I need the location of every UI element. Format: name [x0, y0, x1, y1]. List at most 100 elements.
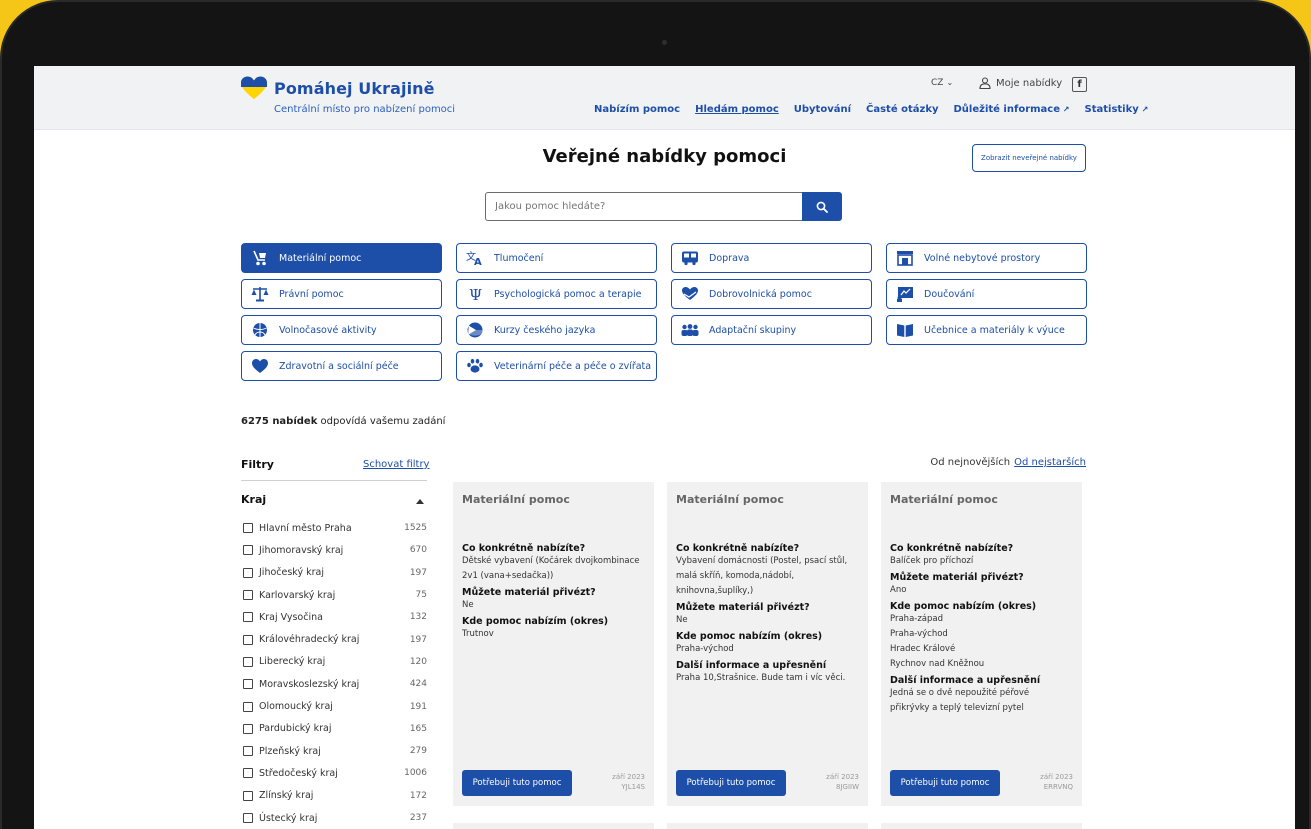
whiteboard-icon	[897, 287, 913, 302]
region-item[interactable]: Pardubický kraj 165	[243, 718, 427, 740]
show-private-offers-button[interactable]: Zobrazit neveřejné nabídky	[972, 144, 1086, 172]
category-interpreting[interactable]: 文A Tlumočení	[456, 243, 657, 273]
card-code: ERRVNQ	[1043, 783, 1073, 791]
category-adaptation-groups[interactable]: Adaptační skupiny	[671, 315, 872, 345]
ball-icon	[253, 323, 267, 337]
checkbox[interactable]	[243, 813, 253, 823]
need-help-button[interactable]: Potřebuji tuto pomoc	[462, 770, 572, 796]
category-psychological-help[interactable]: Ψ Psychologická pomoc a terapie	[456, 279, 657, 309]
category-legal-help[interactable]: Právní pomoc	[241, 279, 442, 309]
region-item[interactable]: Moravskoslezský kraj 424	[243, 673, 427, 695]
region-item[interactable]: Plzeňský kraj 279	[243, 740, 427, 762]
sort-newest[interactable]: Od nejnovějších	[930, 457, 1010, 468]
checkbox[interactable]	[243, 723, 253, 734]
results-count-text: odpovídá vašemu zadání	[317, 416, 446, 427]
offer-card-partial	[453, 823, 654, 829]
region-name: Moravskoslezský kraj	[259, 678, 360, 690]
category-health-social-care[interactable]: Zdravotní a sociální péče	[241, 351, 442, 381]
checkbox[interactable]	[243, 679, 253, 690]
search-bar	[485, 192, 842, 221]
category-czech-courses[interactable]: Kurzy českého jazyka	[456, 315, 657, 345]
category-material-help[interactable]: Materiální pomoc	[241, 243, 442, 273]
category-tutoring[interactable]: Doučování	[886, 279, 1087, 309]
region-count: 197	[409, 634, 427, 645]
category-textbooks[interactable]: Učebnice a materiály k výuce	[886, 315, 1087, 345]
need-help-button[interactable]: Potřebuji tuto pomoc	[676, 770, 786, 796]
card-answer: Vybavení domácnosti (Postel, psací stůl,…	[676, 554, 859, 599]
category-nonresidential-spaces[interactable]: Volné nebytové prostory	[886, 243, 1087, 273]
offer-card: Materiální pomoc Co konkrétně nabízíte? …	[881, 482, 1082, 806]
stroller-icon	[253, 250, 266, 266]
category-volunteering[interactable]: Dobrovolnická pomoc	[671, 279, 872, 309]
region-item[interactable]: Hlavní město Praha 1525	[243, 517, 427, 539]
region-count: 75	[415, 590, 427, 601]
card-question: Kde pomoc nabízím (okres)	[676, 631, 823, 642]
region-item[interactable]: Olomoucký kraj 191	[243, 695, 427, 717]
region-count: 279	[409, 746, 427, 757]
language-label: CZ	[931, 78, 944, 88]
region-item[interactable]: Kraj Vysočina 132	[243, 606, 427, 628]
nav-statistics[interactable]: Statistiky	[1085, 104, 1149, 115]
user-icon	[979, 77, 991, 89]
hide-filters-link[interactable]: Schovat filtry	[363, 459, 429, 470]
card-question: Co konkrétně nabízíte?	[676, 543, 800, 554]
card-answer: Ano	[890, 585, 907, 595]
search-button[interactable]	[802, 192, 842, 221]
nav-important-info[interactable]: Důležité informace	[954, 104, 1070, 115]
checkbox[interactable]	[243, 768, 253, 779]
language-select[interactable]: CZ ⌄	[931, 78, 953, 88]
answer-line: 2v1 (vana+sedačka))	[462, 571, 554, 581]
category-transport[interactable]: Doprava	[671, 243, 872, 273]
card-meta: září 2023 YJL14S	[612, 772, 645, 792]
region-item[interactable]: Karlovarský kraj 75	[243, 584, 427, 606]
nav-offer-help[interactable]: Nabízím pomoc	[594, 104, 680, 115]
heart-logo-icon	[241, 76, 267, 99]
filters-title: Filtry	[241, 458, 274, 471]
checkbox[interactable]	[243, 590, 253, 601]
answer-line: Jedná se o dvě nepoužité péřové	[890, 688, 1030, 698]
answer-line: Hradec Králové	[890, 644, 956, 654]
region-count: 165	[409, 723, 427, 734]
category-leisure-activities[interactable]: Volnočasové aktivity	[241, 315, 442, 345]
group-icon	[681, 324, 699, 336]
search-input[interactable]	[485, 192, 802, 221]
checkbox[interactable]	[243, 746, 253, 757]
scales-icon	[251, 287, 269, 302]
chevron-down-icon: ⌄	[946, 78, 954, 87]
region-item[interactable]: Jihočeský kraj 197	[243, 562, 427, 584]
card-question: Můžete materiál přivézt?	[676, 602, 810, 613]
nav-seek-help[interactable]: Hledám pomoc	[695, 104, 779, 115]
region-name: Pardubický kraj	[259, 723, 332, 735]
region-item[interactable]: Liberecký kraj 120	[243, 651, 427, 673]
checkbox[interactable]	[243, 545, 253, 556]
my-offers-link[interactable]: Moje nabídky	[979, 77, 1062, 89]
checkbox[interactable]	[243, 656, 253, 667]
region-item[interactable]: Středočeský kraj 1006	[243, 762, 427, 784]
region-item[interactable]: Jihomoravský kraj 670	[243, 539, 427, 561]
nav-faq[interactable]: Časté otázky	[866, 104, 938, 115]
caret-up-icon[interactable]	[416, 499, 424, 504]
checkbox[interactable]	[243, 790, 253, 801]
category-veterinary-care[interactable]: Veterinární péče a péče o zvířata	[456, 351, 657, 381]
answer-line: malá skříň, komoda,nádobí,	[676, 571, 795, 581]
region-count: 191	[409, 701, 427, 712]
logo[interactable]: Pomáhej Ukrajině	[240, 76, 435, 100]
card-question: Můžete materiál přivézt?	[890, 572, 1024, 583]
checkbox[interactable]	[243, 634, 253, 645]
checkbox[interactable]	[243, 523, 253, 534]
region-item[interactable]: Zlínský kraj 172	[243, 785, 427, 807]
checkbox[interactable]	[243, 612, 253, 623]
region-filter-title[interactable]: Kraj	[241, 493, 266, 506]
facebook-icon[interactable]: f	[1072, 77, 1087, 92]
checkbox[interactable]	[243, 567, 253, 578]
need-help-button[interactable]: Potřebuji tuto pomoc	[890, 770, 1000, 796]
category-label: Kurzy českého jazyka	[494, 324, 596, 336]
region-item[interactable]: Královéhradecký kraj 197	[243, 628, 427, 650]
sort-oldest-link[interactable]: Od nejstarších	[1014, 457, 1086, 468]
checkbox[interactable]	[243, 701, 253, 712]
category-label: Dobrovolnická pomoc	[709, 288, 812, 300]
region-item[interactable]: Ústecký kraj 237	[243, 807, 427, 829]
offer-card-partial	[667, 823, 868, 829]
card-answer: Praha 10,Strašnice. Bude tam i víc věci.	[676, 673, 846, 683]
nav-accommodation[interactable]: Ubytování	[794, 104, 851, 115]
